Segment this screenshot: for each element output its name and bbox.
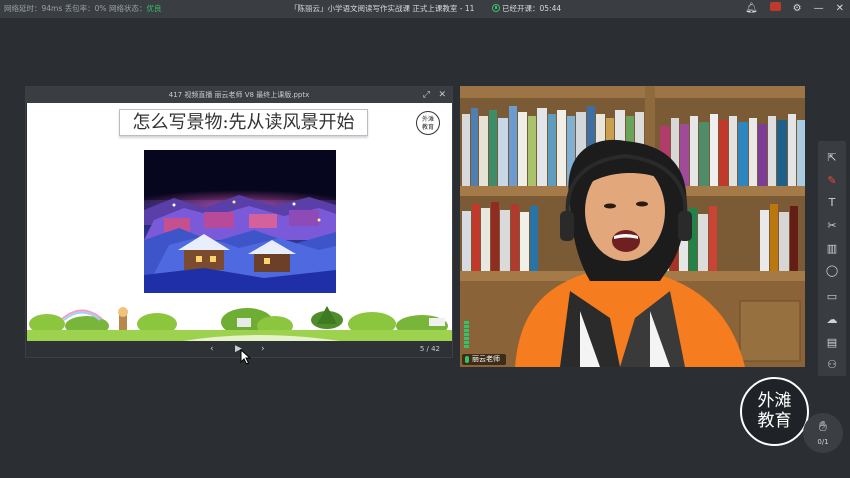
scissors-icon[interactable]: ✂ xyxy=(818,215,846,237)
window-controls: 🔔︎ ⚙ — ✕ xyxy=(745,0,844,18)
next-slide-button[interactable]: › xyxy=(261,341,265,357)
elapsed-label: 已经开课： xyxy=(502,4,540,13)
brand-line1: 外滩 xyxy=(757,391,792,411)
slide-header: 417 视频直播 丽云老师 V8 最终上课版.pptx ⤢ ✕ xyxy=(26,87,452,103)
slide-footer: ‹ ▶ › 5 / 42 xyxy=(26,341,452,357)
header-band xyxy=(0,18,850,85)
mic-level-meter xyxy=(464,321,469,351)
slide-logo: 外滩 教育 xyxy=(416,111,440,135)
prev-slide-button[interactable]: ‹ xyxy=(210,341,214,357)
close-icon[interactable]: ✕ xyxy=(836,0,844,18)
slide-close-icon[interactable]: ✕ xyxy=(438,87,446,103)
net-status-label: 网络状态： xyxy=(108,4,147,13)
page-indicator: 5 / 42 xyxy=(419,345,440,353)
teacher-video[interactable]: 丽云老师 xyxy=(460,86,805,367)
expand-icon[interactable]: ⤢ xyxy=(423,87,430,103)
slide-filename: 417 视频直播 丽云老师 V8 最终上课版.pptx xyxy=(168,91,310,99)
network-stats: 网络延时：94ms 丢包率：0% 网络状态：优良 xyxy=(4,0,161,18)
mouse-cursor-icon xyxy=(240,349,252,365)
snow-town-illustration xyxy=(144,150,336,293)
slide-panel: 417 视频直播 丽云老师 V8 最终上课版.pptx ⤢ ✕ 怎么写景物:先从… xyxy=(25,86,453,358)
teacher-video-frame xyxy=(460,86,805,367)
toolbox-icon[interactable]: ▤ xyxy=(818,332,846,354)
packet-loss: 丢包率：0% xyxy=(64,4,107,13)
group-icon[interactable]: ⚇ xyxy=(818,354,846,376)
top-bar: 网络延时：94ms 丢包率：0% 网络状态：优良 「陈丽云」小学语文阅读写作实战… xyxy=(0,0,850,18)
comment-icon[interactable]: ▭ xyxy=(818,286,846,308)
brand-logo: 外滩 教育 xyxy=(740,377,809,446)
elapsed-time: 05:44 xyxy=(539,4,562,13)
net-latency: 网络延时：94ms xyxy=(4,4,63,13)
net-status-value: 优良 xyxy=(146,4,162,13)
window-title: 「陈丽云」小学语文阅读写作实战课 正式上课教室 - 11 xyxy=(290,4,475,13)
hand-icon: ✋︎ xyxy=(819,419,827,435)
record-icon[interactable] xyxy=(769,0,781,18)
raise-hand-button[interactable]: ✋︎ 0/1 xyxy=(803,413,843,453)
slide-canvas: 怎么写景物:先从读风景开始 外滩 教育 xyxy=(27,103,452,342)
slide-landscape-decoration xyxy=(27,294,452,342)
pen-icon[interactable]: ✎ xyxy=(818,170,846,192)
text-icon[interactable]: T xyxy=(818,192,846,214)
hand-count: 0/1 xyxy=(817,438,829,446)
landscape-illustration xyxy=(27,306,452,342)
class-timer: 已经开课：05:44 xyxy=(492,0,561,18)
clock-icon xyxy=(492,4,500,12)
pointer-icon[interactable]: ⇱ xyxy=(818,147,846,169)
whiteboard-toolbar: ⇱ ✎ T ✂ ▥ ◯ ▭ ☁ ▤ ⚇ xyxy=(818,141,846,376)
minimize-icon[interactable]: — xyxy=(814,0,824,18)
slide-heading: 怎么写景物:先从读风景开始 xyxy=(119,109,368,136)
shape-icon[interactable]: ◯ xyxy=(818,260,846,282)
teacher-name-label: 丽云老师 xyxy=(462,354,506,365)
trash-icon[interactable]: ▥ xyxy=(818,238,846,260)
settings-icon[interactable]: ⚙ xyxy=(793,0,802,18)
slide-logo-line1: 外滩 xyxy=(421,116,434,123)
brand-line2: 教育 xyxy=(757,411,792,431)
snow-town-photo xyxy=(144,150,336,293)
bell-icon[interactable]: 🔔︎ xyxy=(745,0,758,18)
cloud-icon[interactable]: ☁ xyxy=(818,309,846,331)
slide-logo-line2: 教育 xyxy=(421,124,434,131)
